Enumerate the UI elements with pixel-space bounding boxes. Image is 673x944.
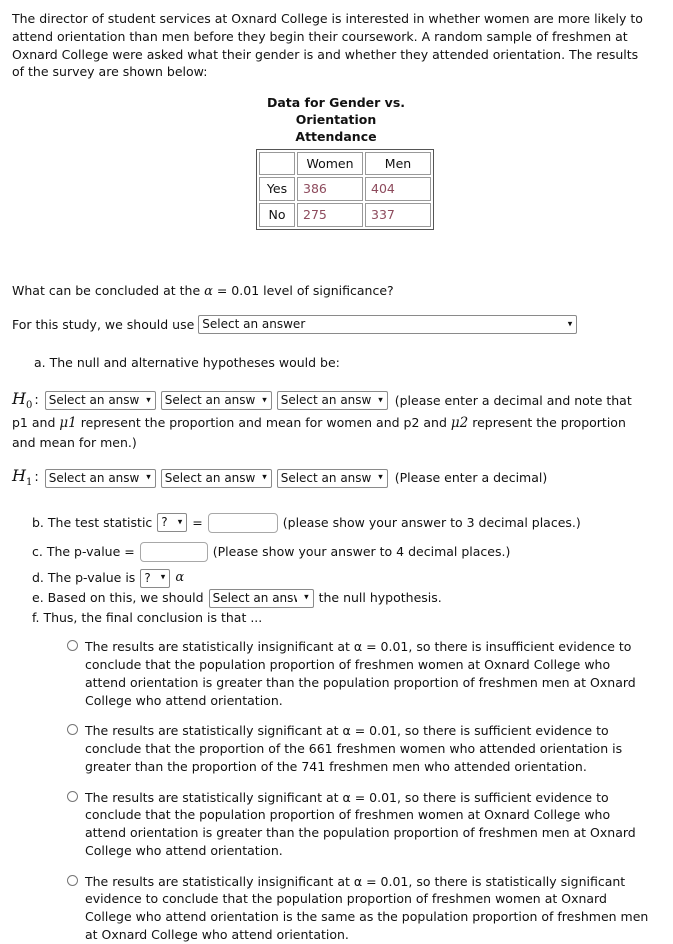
h0-operator-select[interactable]: Select an answer — [160, 391, 272, 411]
h0-note-text-1: p1 and — [12, 415, 60, 431]
part-d-label: d. The p-value is — [32, 570, 136, 586]
study-method-select[interactable]: Select an answer — [198, 315, 578, 335]
statistics-problem-page: The director of student services at Oxna… — [0, 0, 673, 944]
part-a-label: a. The null and alternative hypotheses w… — [34, 355, 340, 371]
radio-button-option-1[interactable] — [67, 640, 78, 652]
study-method-label: For this study, we should use — [12, 316, 195, 332]
option-4-text: The results are statistically insignific… — [85, 873, 649, 942]
mu-1-symbol: μ1 — [59, 415, 77, 432]
test-statistic-input[interactable] — [207, 512, 278, 533]
h0-select-2-wrap[interactable]: Select an answer ▾ — [160, 391, 272, 411]
option-1-text: The results are statistically insignific… — [85, 639, 636, 708]
h1-parameter-select[interactable]: Select an answer — [44, 468, 156, 488]
lettered-items: b. The test statistic ? ▾ = (please show… — [12, 512, 661, 627]
significance-question-post: = 0.01 level of significance? — [212, 282, 394, 298]
data-table-title-line-3: Attendance — [295, 128, 377, 144]
h1-colon: : — [34, 469, 39, 485]
table-cell-yes-men: 404 — [365, 177, 431, 202]
significance-question-pre: What can be concluded at the — [12, 282, 205, 298]
data-table-title-line-2: Orientation — [295, 111, 377, 127]
table-cell-yes-women: 386 — [297, 177, 363, 202]
h0-note-continued: p1 and μ1 represent the proportion and m… — [12, 414, 637, 451]
alpha-symbol: α — [204, 283, 213, 299]
table-cell-no-women: 275 — [297, 203, 363, 227]
h1-select-1-wrap[interactable]: Select an answer ▾ — [44, 468, 156, 488]
h1-operator-select[interactable]: Select an answer — [160, 468, 272, 488]
p-value-input[interactable] — [139, 541, 208, 562]
h0-symbol: H0 — [12, 389, 33, 412]
data-table-block: Data for Gender vs. Orientation Attendan… — [12, 95, 661, 230]
part-f-row: f. Thus, the final conclusion is that ..… — [32, 609, 661, 627]
part-f-label: f. Thus, the final conclusion is that ..… — [32, 609, 263, 625]
conclusion-options: The results are statistically insignific… — [12, 638, 661, 943]
table-row-header-no: No — [259, 203, 295, 227]
study-method-row: For this study, we should use Select an … — [12, 315, 661, 335]
h0-note: (please enter a decimal and note that — [394, 392, 632, 408]
alpha-symbol: α — [175, 570, 185, 585]
list-item[interactable]: The results are statistically significan… — [67, 789, 652, 860]
problem-statement: The director of student services at Oxna… — [12, 11, 643, 80]
h0-colon: : — [34, 392, 39, 408]
null-hypothesis-row: H0 : Select an answer ▾ Select an answer… — [12, 388, 661, 413]
list-item[interactable]: The results are statistically insignific… — [67, 873, 652, 944]
h0-value-select[interactable]: Select an answer — [276, 391, 388, 411]
list-item[interactable]: The results are statistically insignific… — [67, 638, 652, 709]
radio-button-option-2[interactable] — [67, 724, 78, 736]
h1-select-2-wrap[interactable]: Select an answer ▾ — [160, 468, 272, 488]
test-statistic-symbol-select[interactable]: ? — [157, 513, 188, 533]
radio-button-option-4[interactable] — [67, 874, 78, 886]
h1-note: (Please enter a decimal) — [394, 470, 548, 486]
h1-value-select[interactable]: Select an answer — [276, 468, 388, 488]
alternative-hypothesis-row: H1 : Select an answer ▾ Select an answer… — [12, 465, 661, 490]
data-table-title-line-1: Data for Gender vs. — [266, 95, 406, 110]
decision-select-wrap[interactable]: Select an answer ▾ — [208, 588, 314, 608]
part-e-label-pre: e. Based on this, we should — [32, 590, 204, 606]
part-b-note: (please show your answer to 3 decimal pl… — [282, 514, 581, 530]
test-statistic-symbol-wrap[interactable]: ? ▾ — [157, 513, 188, 533]
part-e-label-post: the null hypothesis. — [318, 590, 442, 606]
h1-symbol: H1 — [12, 466, 33, 489]
h0-select-1-wrap[interactable]: Select an answer ▾ — [44, 391, 156, 411]
table-header-row: Women Men — [259, 151, 431, 176]
table-column-header-women: Women — [297, 151, 363, 176]
decision-select[interactable]: Select an answer — [208, 588, 314, 608]
table-cell-no-men: 337 — [365, 203, 431, 227]
part-c-note: (Please show your answer to 4 decimal pl… — [212, 543, 511, 559]
h1-select-3-wrap[interactable]: Select an answer ▾ — [276, 468, 388, 488]
gender-orientation-table: Women Men Yes 386 404 No 275 337 — [256, 148, 434, 230]
p-value-comparison-select[interactable]: ? — [140, 568, 171, 588]
h0-parameter-select[interactable]: Select an answer — [44, 391, 156, 411]
mu-2-symbol: μ2 — [450, 415, 469, 432]
h0-select-3-wrap[interactable]: Select an answer ▾ — [276, 391, 388, 411]
part-b-row: b. The test statistic ? ▾ = (please show… — [32, 512, 661, 533]
table-row: No 275 337 — [259, 203, 431, 227]
table-column-header-men: Men — [365, 151, 431, 176]
table-row-header-yes: Yes — [259, 177, 295, 202]
significance-level-question: What can be concluded at the α = 0.01 le… — [12, 282, 661, 301]
list-item[interactable]: The results are statistically significan… — [67, 722, 652, 775]
hypotheses-block: H0 : Select an answer ▾ Select an answer… — [12, 388, 661, 491]
table-corner-cell — [259, 151, 295, 176]
part-c-label: c. The p-value = — [32, 543, 135, 559]
option-3-text: The results are statistically significan… — [85, 789, 636, 858]
data-table-title: Data for Gender vs. Orientation Attendan… — [256, 95, 416, 146]
option-2-text: The results are statistically significan… — [85, 723, 623, 774]
part-c-row: c. The p-value = (Please show your answe… — [32, 541, 661, 562]
part-e-row: e. Based on this, we should Select an an… — [32, 588, 661, 608]
p-value-comparison-wrap[interactable]: ? ▾ — [140, 568, 171, 588]
part-b-label: b. The test statistic — [32, 514, 153, 530]
radio-button-option-3[interactable] — [67, 790, 78, 802]
part-b-equals: = — [192, 514, 203, 530]
table-row: Yes 386 404 — [259, 177, 431, 202]
h0-note-text-2: represent the proportion and mean for wo… — [76, 415, 451, 431]
part-d-row: d. The p-value is ? ▾ α — [32, 568, 661, 588]
study-method-select-wrap[interactable]: Select an answer ▾ — [198, 315, 578, 335]
